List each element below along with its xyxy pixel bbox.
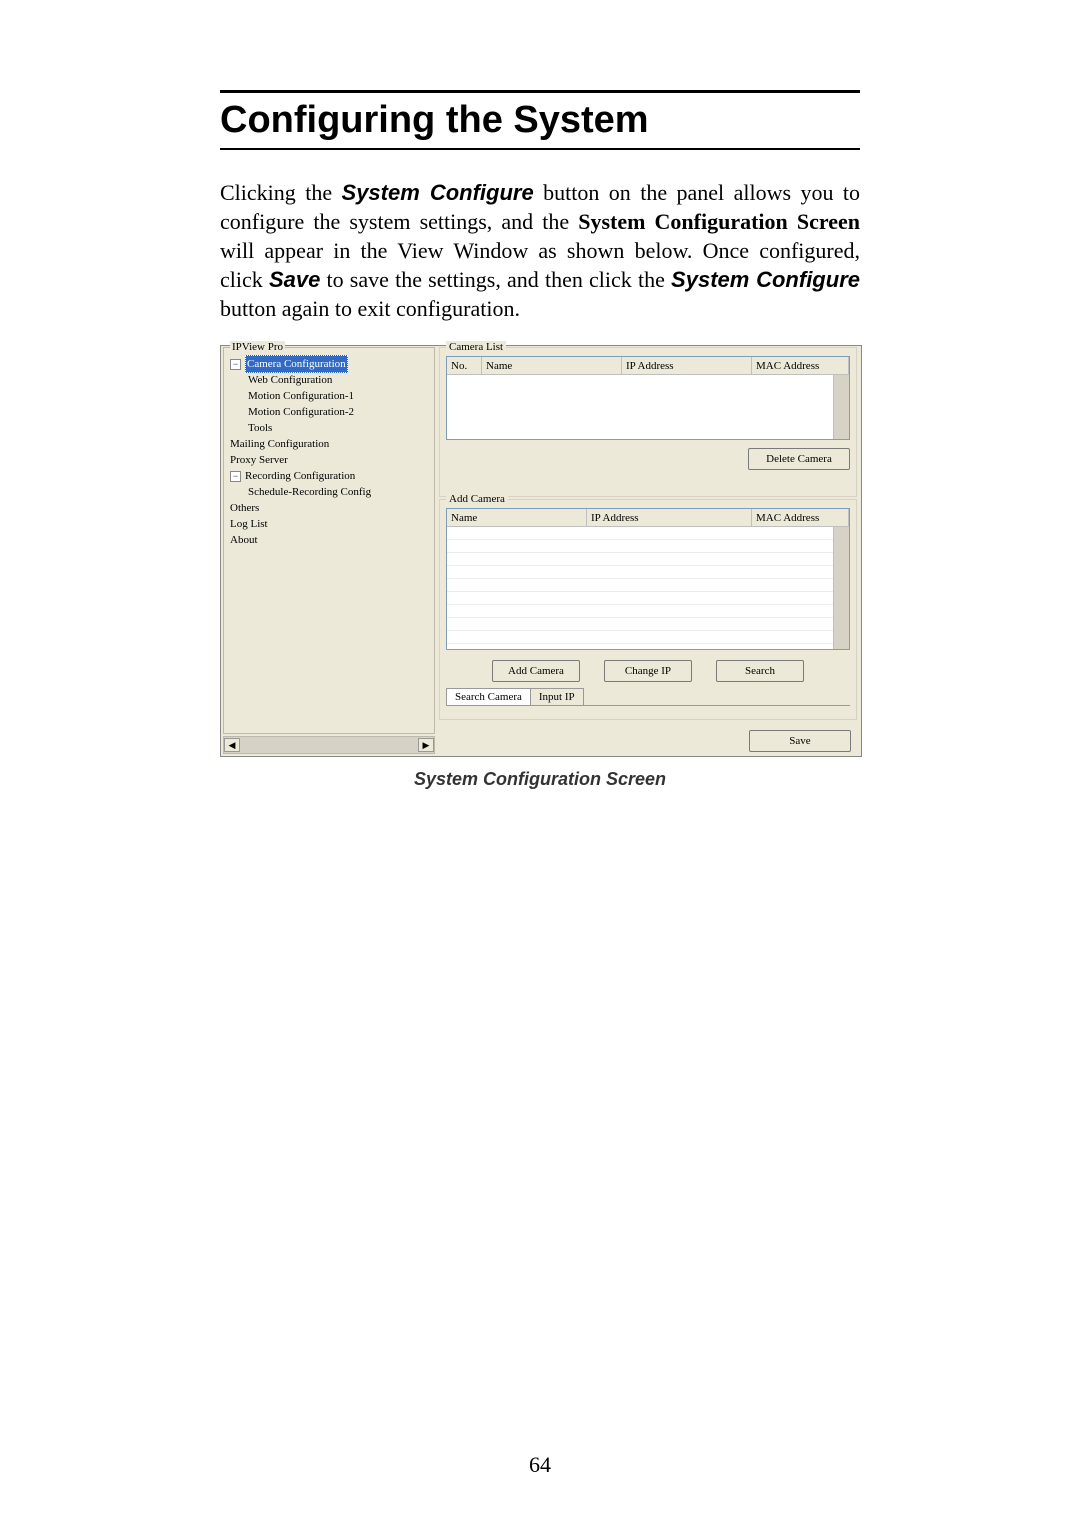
text: button again to exit configuration. [220, 296, 520, 321]
add-camera-tabs: Search Camera Input IP [446, 688, 850, 706]
add-camera-legend: Add Camera [446, 493, 508, 505]
tree-item[interactable]: Schedule-Recording Config [226, 484, 432, 500]
add-camera-rows [447, 527, 849, 649]
list-row-blank [447, 618, 849, 631]
system-configuration-screenshot: IPView Pro −Camera ConfigurationWeb Conf… [220, 345, 862, 757]
heading-wrap: Configuring the System [220, 90, 860, 150]
column-header[interactable]: IP Address [622, 357, 752, 375]
add-camera-group: Add Camera NameIP AddressMAC Address Add… [439, 499, 857, 720]
column-header[interactable]: MAC Address [752, 357, 849, 375]
tree-item-label: Web Configuration [248, 372, 332, 388]
tree-fieldset: IPView Pro −Camera ConfigurationWeb Conf… [223, 347, 435, 734]
column-header[interactable]: MAC Address [752, 509, 849, 527]
tree-item-label: Mailing Configuration [230, 436, 329, 452]
tree-item-label: Others [230, 500, 259, 516]
text-emph-save: Save [269, 267, 320, 292]
list-row-blank [447, 566, 849, 579]
page-title: Configuring the System [220, 99, 860, 142]
tree-item-label: Schedule-Recording Config [248, 484, 371, 500]
tree-item[interactable]: Others [226, 500, 432, 516]
list-row-blank [447, 540, 849, 553]
tree-item-label: Log List [230, 516, 268, 532]
change-ip-button[interactable]: Change IP [604, 660, 692, 682]
save-button[interactable]: Save [749, 730, 851, 752]
tab-input-ip[interactable]: Input IP [530, 688, 584, 705]
tab-search-camera[interactable]: Search Camera [446, 688, 531, 705]
column-header[interactable]: Name [482, 357, 622, 375]
page-number: 64 [0, 1452, 1080, 1478]
config-tree[interactable]: −Camera ConfigurationWeb ConfigurationMo… [224, 348, 434, 733]
tree-item[interactable]: Motion Configuration-1 [226, 388, 432, 404]
tree-item[interactable]: Tools [226, 420, 432, 436]
add-camera-v-scrollbar[interactable] [833, 527, 849, 649]
add-camera-list-view[interactable]: NameIP AddressMAC Address [446, 508, 850, 650]
scroll-left-icon[interactable]: ◀ [224, 738, 240, 752]
tree-legend: IPView Pro [230, 341, 285, 353]
text: Clicking the [220, 180, 342, 205]
figure-caption: System Configuration Screen [220, 769, 860, 790]
column-header[interactable]: IP Address [587, 509, 752, 527]
tree-item[interactable]: −Recording Configuration [226, 468, 432, 484]
camera-list-rows [447, 375, 849, 439]
tree-collapse-icon[interactable]: − [230, 359, 241, 370]
camera-list-view[interactable]: No.NameIP AddressMAC Address [446, 356, 850, 440]
camera-list-legend: Camera List [446, 341, 506, 353]
tree-item[interactable]: Motion Configuration-2 [226, 404, 432, 420]
camera-list-v-scrollbar[interactable] [833, 375, 849, 439]
tree-item-label: Camera Configuration [245, 355, 348, 373]
tree-item[interactable]: Log List [226, 516, 432, 532]
tree-item[interactable]: Proxy Server [226, 452, 432, 468]
tree-h-scrollbar[interactable]: ◀ ▶ [223, 736, 435, 754]
text-emph-system-configure: System Configure [342, 180, 534, 205]
list-row-blank [447, 592, 849, 605]
list-row-blank [447, 579, 849, 592]
tree-item[interactable]: Web Configuration [226, 372, 432, 388]
delete-camera-button[interactable]: Delete Camera [748, 448, 850, 470]
tree-item-label: Recording Configuration [245, 468, 355, 484]
text: to save the settings, and then click the [320, 267, 671, 292]
tree-item-label: Motion Configuration-2 [248, 404, 354, 420]
tree-collapse-icon[interactable]: − [230, 471, 241, 482]
tree-item[interactable]: About [226, 532, 432, 548]
tree-item-label: About [230, 532, 258, 548]
tree-item[interactable]: −Camera Configuration [226, 356, 432, 372]
text-bold-screen-name: System Configuration Screen [578, 209, 860, 234]
tree-item-label: Tools [248, 420, 272, 436]
camera-list-group: Camera List No.NameIP AddressMAC Address… [439, 347, 857, 497]
list-row-blank [447, 631, 849, 644]
tree-item-label: Motion Configuration-1 [248, 388, 354, 404]
column-header[interactable]: No. [447, 357, 482, 375]
column-header[interactable]: Name [447, 509, 587, 527]
tree-item-label: Proxy Server [230, 452, 288, 468]
list-row-blank [447, 553, 849, 566]
tree-item[interactable]: Mailing Configuration [226, 436, 432, 452]
list-row-blank [447, 605, 849, 618]
scroll-right-icon[interactable]: ▶ [418, 738, 434, 752]
text-emph-system-configure-2: System Configure [671, 267, 860, 292]
list-row-blank [447, 527, 849, 540]
body-paragraph: Clicking the System Configure button on … [220, 178, 860, 323]
search-button[interactable]: Search [716, 660, 804, 682]
add-camera-button[interactable]: Add Camera [492, 660, 580, 682]
